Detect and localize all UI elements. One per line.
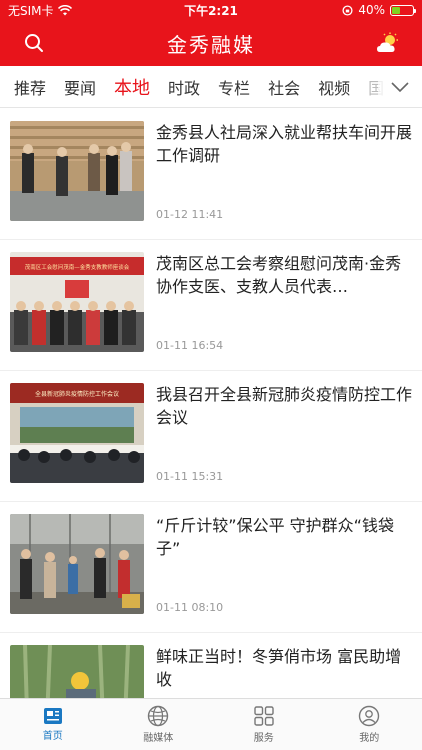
banner-text: 茂南区工会慰问茂南—金秀支教教师座谈会 xyxy=(25,263,130,271)
app-header: 金秀融媒 xyxy=(0,20,422,66)
news-body: 鲜味正当时！冬笋俏市场 富民助增收 xyxy=(156,645,412,698)
weather-icon xyxy=(377,32,398,52)
tab-politics[interactable]: 时政 xyxy=(168,75,200,99)
news-thumbnail xyxy=(10,514,144,614)
news-title: “斤斤计较”保公平 守护群众“钱袋子” xyxy=(156,516,394,558)
news-title: 茂南区总工会考察组慰问茂南·金秀协作支医、支教人员代表… xyxy=(156,254,402,296)
app-title: 金秀融媒 xyxy=(167,32,255,57)
tab-video[interactable]: 视频 xyxy=(318,75,350,99)
search-icon xyxy=(25,34,43,52)
news-body: 我县召开全县新冠肺炎疫情防控工作会议 01-11 15:31 xyxy=(156,383,412,483)
nav-label: 首页 xyxy=(42,731,63,742)
battery-level xyxy=(392,6,400,14)
news-thumbnail: 全县新冠肺炎疫情防控工作会议 xyxy=(10,383,144,483)
nav-label: 我的 xyxy=(359,733,380,744)
nav-profile[interactable]: 我的 xyxy=(317,699,422,750)
news-body: “斤斤计较”保公平 守护群众“钱袋子” 01-11 08:10 xyxy=(156,514,412,614)
news-body: 茂南区总工会考察组慰问茂南·金秀协作支医、支教人员代表… 01-11 16:54 xyxy=(156,252,412,352)
tab-society[interactable]: 社会 xyxy=(268,75,300,99)
news-time: 01-11 16:54 xyxy=(156,339,224,352)
nav-home[interactable]: 首页 xyxy=(0,699,106,750)
news-time: 01-12 11:41 xyxy=(156,208,224,221)
news-feed: 金秀县人社局深入就业帮扶车间开展工作调研 01-12 11:41 茂南区工会慰问… xyxy=(0,109,422,698)
tabs-expand-button[interactable] xyxy=(378,66,422,107)
tab-columns[interactable]: 专栏 xyxy=(218,75,250,99)
tab-recommend[interactable]: 推荐 xyxy=(14,75,46,99)
tab-headlines[interactable]: 要闻 xyxy=(64,75,96,99)
app: 无SIM卡 下午2:21 40% 金秀融媒 推荐 要闻 本地 时政 专栏 社会 … xyxy=(0,0,422,750)
news-title: 鲜味正当时！冬笋俏市场 富民助增收 xyxy=(156,647,402,689)
news-item[interactable]: 金秀县人社局深入就业帮扶车间开展工作调研 01-12 11:41 xyxy=(0,109,422,240)
news-item[interactable]: “斤斤计较”保公平 守护群众“钱袋子” 01-11 08:10 xyxy=(0,502,422,633)
news-thumbnail xyxy=(10,121,144,221)
nav-label: 融媒体 xyxy=(143,733,174,744)
weather-button[interactable] xyxy=(374,29,402,57)
status-right: 40% xyxy=(342,3,416,17)
battery-percent: 40% xyxy=(358,3,385,17)
bottom-nav: 首页 融媒体 服务 我的 xyxy=(0,698,422,750)
news-thumbnail: 茂南区工会慰问茂南—金秀支教教师座谈会 xyxy=(10,252,144,352)
orientation-lock-icon xyxy=(342,4,353,16)
news-time: 01-11 08:10 xyxy=(156,601,224,614)
globe-icon xyxy=(148,705,169,727)
user-icon xyxy=(359,705,380,727)
battery-icon xyxy=(390,4,416,16)
banner-text: 全县新冠肺炎疫情防控工作会议 xyxy=(35,390,119,398)
news-title: 我县召开全县新冠肺炎疫情防控工作会议 xyxy=(156,385,412,427)
news-item[interactable]: 全县新冠肺炎疫情防控工作会议 我县召开全县新冠肺炎疫情防控工作会议 01-11 … xyxy=(0,371,422,502)
nav-label: 服务 xyxy=(253,733,274,744)
chevron-down-icon xyxy=(391,81,409,92)
nav-services[interactable]: 服务 xyxy=(211,699,317,750)
news-item[interactable]: 茂南区工会慰问茂南—金秀支教教师座谈会 茂南区总工会考察组慰问茂南·金秀协作支医… xyxy=(0,240,422,371)
news-body: 金秀县人社局深入就业帮扶车间开展工作调研 01-12 11:41 xyxy=(156,121,412,221)
tab-local[interactable]: 本地 xyxy=(114,74,150,100)
category-tabs: 推荐 要闻 本地 时政 专栏 社会 视频 国 xyxy=(0,66,422,108)
nav-media[interactable]: 融媒体 xyxy=(106,699,212,750)
news-thumbnail xyxy=(10,645,144,698)
status-bar: 无SIM卡 下午2:21 40% xyxy=(0,0,422,20)
news-title: 金秀县人社局深入就业帮扶车间开展工作调研 xyxy=(156,123,412,165)
search-button[interactable] xyxy=(20,29,48,57)
news-item[interactable]: 鲜味正当时！冬笋俏市场 富民助增收 xyxy=(0,633,422,698)
grid-icon xyxy=(254,706,274,726)
news-icon xyxy=(43,708,62,724)
news-time: 01-11 15:31 xyxy=(156,470,224,483)
